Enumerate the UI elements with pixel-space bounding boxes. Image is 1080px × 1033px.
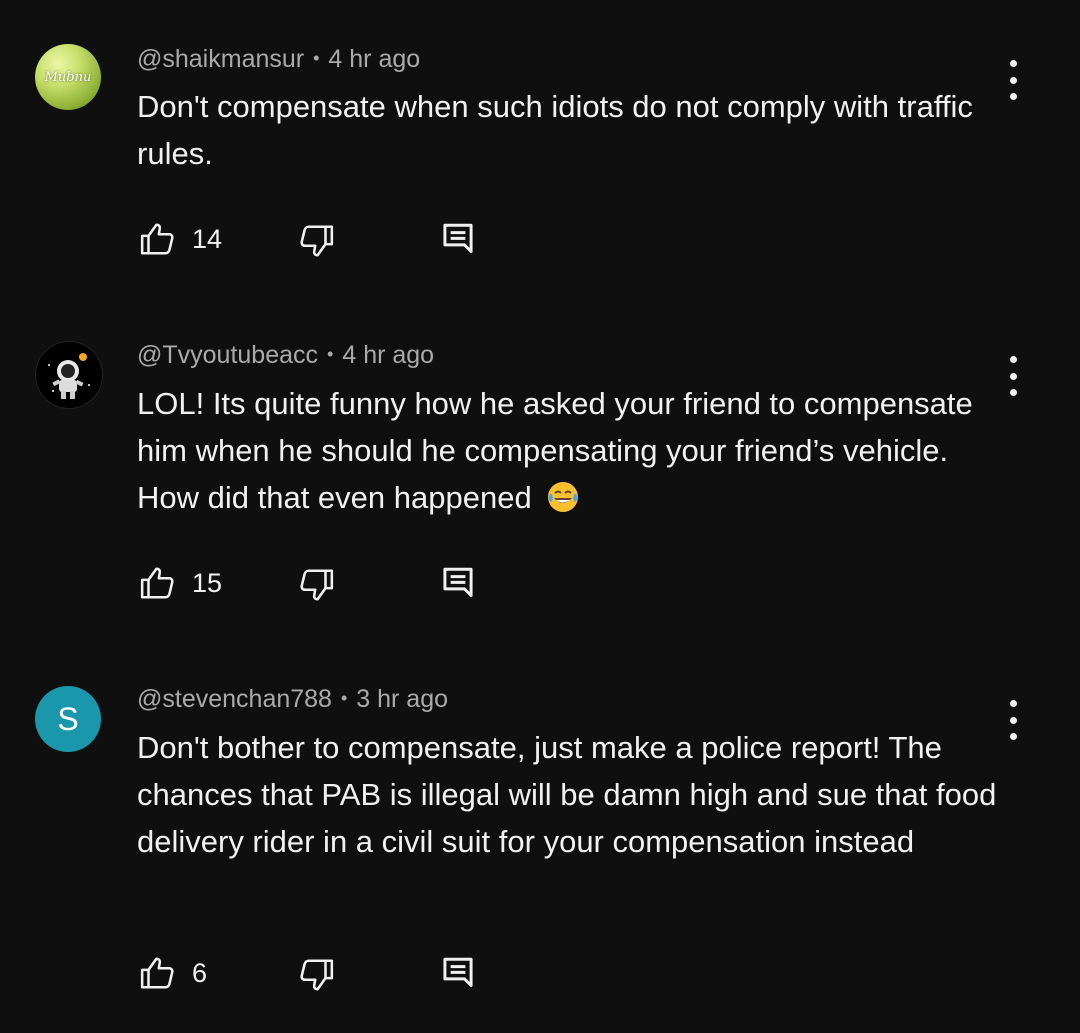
- author-name[interactable]: @stevenchan788: [137, 685, 332, 713]
- comment-meta: @stevenchan788 • 3 hr ago: [137, 685, 448, 714]
- like-count: 15: [192, 568, 223, 598]
- comment-text: LOL! Its quite funny how he asked your f…: [137, 380, 1007, 521]
- reply-icon[interactable]: [441, 956, 475, 992]
- dislike-icon[interactable]: [295, 566, 337, 604]
- more-vert-icon[interactable]: [1000, 356, 1026, 396]
- avatar[interactable]: Mubnu: [35, 44, 101, 110]
- dislike-icon[interactable]: [295, 222, 337, 260]
- avatar-logo: Mubnu: [44, 69, 92, 85]
- separator-dot: •: [327, 344, 334, 364]
- like-count: 6: [192, 958, 208, 988]
- comment-actions: 15: [137, 564, 497, 604]
- comment-actions: 6: [137, 954, 497, 994]
- comment-meta: @Tvyoutubeacc • 4 hr ago: [137, 341, 434, 370]
- comment-time: 3 hr ago: [356, 685, 449, 713]
- comment-time: 4 hr ago: [328, 45, 421, 73]
- author-name[interactable]: @Tvyoutubeacc: [137, 341, 318, 369]
- comment-text: Don't compensate when such idiots do not…: [137, 89, 973, 171]
- comment-actions: 14: [137, 220, 497, 260]
- author-name[interactable]: @shaikmansur: [137, 45, 304, 73]
- like-icon[interactable]: [137, 954, 179, 992]
- more-vert-icon[interactable]: [1000, 60, 1026, 100]
- like-count: 14: [192, 224, 223, 254]
- like-icon[interactable]: [137, 564, 179, 602]
- like-icon[interactable]: [137, 220, 179, 258]
- comment-time: 4 hr ago: [342, 341, 435, 369]
- separator-dot: •: [340, 688, 348, 708]
- reply-icon[interactable]: [441, 566, 475, 602]
- more-vert-icon[interactable]: [1000, 700, 1026, 740]
- avatar[interactable]: [35, 341, 103, 409]
- comment-meta: @shaikmansur • 4 hr ago: [137, 45, 420, 74]
- separator-dot: •: [313, 48, 320, 68]
- dislike-icon[interactable]: [295, 956, 337, 994]
- comment-text: Don't bother to compensate, just make a …: [137, 730, 997, 859]
- avatar[interactable]: S: [35, 686, 101, 752]
- reply-icon[interactable]: [441, 222, 475, 258]
- avatar-letter: S: [57, 700, 79, 737]
- astronaut-avatar-icon: [41, 347, 97, 403]
- tears-of-joy-emoji-icon: [548, 482, 579, 512]
